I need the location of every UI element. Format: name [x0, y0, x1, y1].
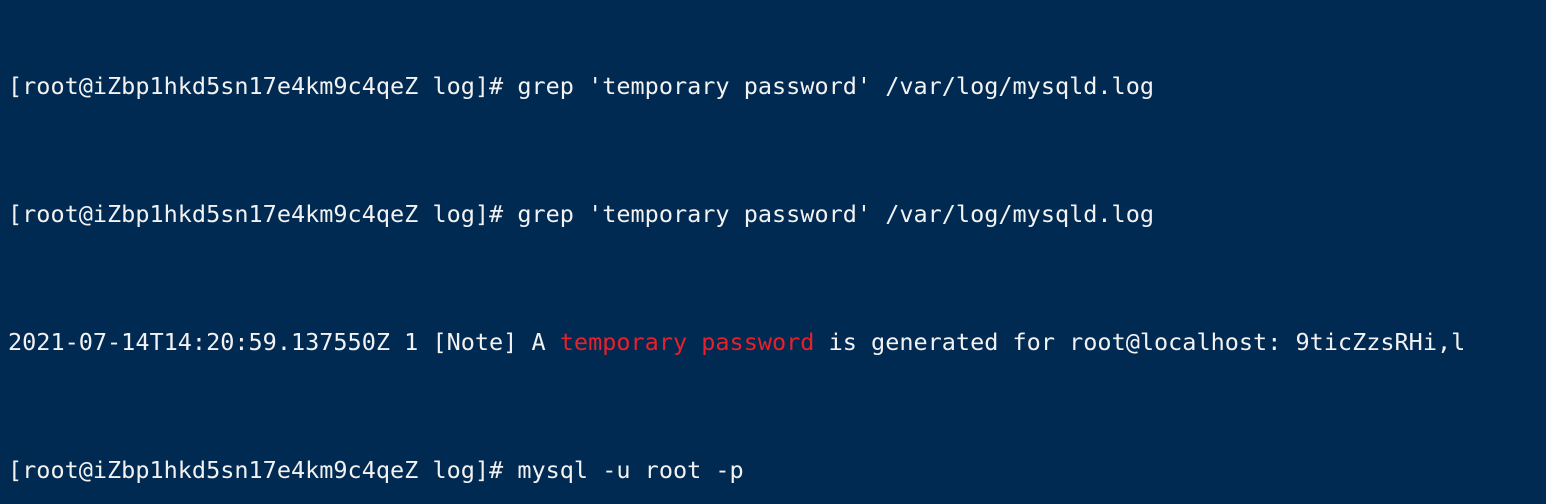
terminal-line-mysql-command: [root@iZbp1hkd5sn17e4km9c4qeZ log]# mysq… — [8, 456, 744, 484]
terminal-line-scrollback-clipped: [root@iZbp1hkd5sn17e4km9c4qeZ log]# grep… — [8, 72, 1155, 100]
terminal-line-grep-result: 2021-07-14T14:20:59.137550Z 1 [Note] A t… — [8, 326, 1465, 358]
grep-match-highlight: temporary password — [559, 328, 815, 356]
terminal-output-buffer: [root@iZbp1hkd5sn17e4km9c4qeZ log]# grep… — [8, 0, 1465, 504]
terminal-line-grep-command: [root@iZbp1hkd5sn17e4km9c4qeZ log]# grep… — [8, 200, 1155, 228]
terminal-window[interactable]: [root@iZbp1hkd5sn17e4km9c4qeZ log]# grep… — [0, 0, 1546, 504]
grep-result-prefix: 2021-07-14T14:20:59.137550Z 1 [Note] A — [8, 328, 560, 356]
grep-result-suffix: is generated for root@localhost: 9ticZzs… — [814, 328, 1466, 356]
